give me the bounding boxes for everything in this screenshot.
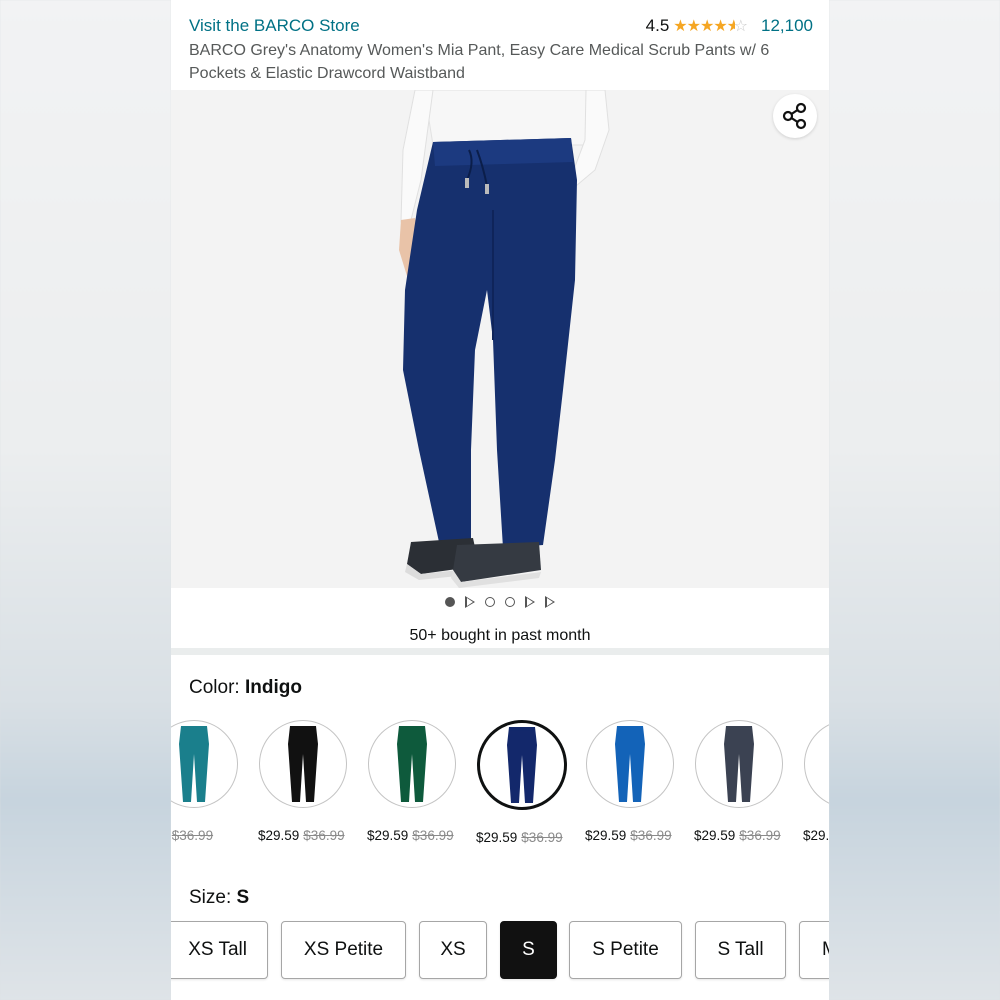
product-header: Visit the BARCO Store 4.5 ★★★★★☆ 12,100 …: [171, 0, 829, 90]
pants-thumbnail-icon: [695, 720, 783, 808]
price-list: $36.99: [630, 828, 672, 843]
rating-summary[interactable]: 4.5 ★★★★★☆ 12,100: [646, 16, 813, 36]
image-carousel-indicator: [171, 596, 829, 608]
size-option-button[interactable]: XS Petite: [281, 921, 406, 979]
pants-thumbnail-icon: [477, 720, 567, 810]
rating-value: 4.5: [645, 16, 670, 35]
size-label: Size: S: [189, 887, 250, 908]
blurred-background-left: [0, 0, 171, 1000]
size-option-button[interactable]: S Tall: [695, 921, 786, 979]
carousel-video-icon[interactable]: [525, 596, 535, 608]
price-list: $36.99: [739, 828, 781, 843]
bought-in-past-month: 50+ bought in past month: [409, 627, 591, 644]
price-current: $29.59: [258, 828, 300, 843]
size-option-list: XS TallXS PetiteXSSS PetiteS TallM: [171, 921, 829, 981]
pants-model-illustration: [399, 90, 610, 588]
carousel-video-icon[interactable]: [465, 596, 475, 608]
color-swatch[interactable]: $29.59 $36.99: [367, 720, 467, 843]
price-list: $36.99: [521, 830, 563, 845]
product-page: Visit the BARCO Store 4.5 ★★★★★☆ 12,100 …: [171, 0, 829, 1000]
selected-color: Indigo: [244, 677, 302, 698]
price-list: $36.99: [412, 828, 454, 843]
price-list: $36.99: [171, 828, 214, 843]
carousel-dot-image[interactable]: [485, 597, 495, 607]
selected-size: S: [236, 887, 250, 908]
color-label: Color: Indigo: [189, 677, 302, 698]
swatch-price: .59$36.99: [171, 828, 249, 843]
share-button[interactable]: [773, 94, 817, 138]
product-title: BARCO Grey's Anatomy Women's Mia Pant, E…: [189, 42, 770, 82]
product-image[interactable]: [171, 90, 829, 588]
color-swatch[interactable]: $29.: [803, 720, 829, 843]
pants-thumbnail-icon: [171, 720, 238, 808]
size-option-button[interactable]: M: [799, 921, 829, 979]
pants-thumbnail-icon: [586, 720, 674, 808]
size-option-button[interactable]: S: [500, 921, 557, 979]
blurred-background-right: [829, 0, 1000, 1000]
size-option-button[interactable]: S Petite: [569, 921, 682, 979]
section-divider: [171, 648, 829, 655]
price-current: $29.: [803, 828, 829, 843]
size-option-button[interactable]: XS Tall: [171, 921, 268, 979]
swatch-price: $29.59 $36.99: [258, 828, 358, 843]
color-swatch[interactable]: $29.59 $36.99: [585, 720, 685, 843]
carousel-dot-image[interactable]: [505, 597, 515, 607]
share-icon: [782, 102, 807, 130]
color-swatch-list: .59$36.99$29.59$36.99$29.59$36.99$29.59$…: [171, 720, 829, 850]
price-current: $29.59: [694, 828, 736, 843]
swatch-price: $29.59 $36.99: [585, 828, 685, 843]
price-current: $29.59: [367, 828, 409, 843]
price-current: $29.59: [476, 830, 518, 845]
color-swatch[interactable]: $29.59 $36.99: [476, 720, 576, 845]
swatch-price: $29.59 $36.99: [367, 828, 467, 843]
rating-count[interactable]: 12,100: [761, 16, 813, 36]
carousel-dot-image[interactable]: [445, 597, 455, 607]
size-option-button[interactable]: XS: [419, 921, 487, 979]
pants-thumbnail-icon: [804, 720, 829, 808]
swatch-price: $29.: [803, 828, 829, 843]
color-swatch[interactable]: .59$36.99: [171, 720, 249, 843]
color-swatch[interactable]: $29.59 $36.99: [258, 720, 358, 843]
store-link[interactable]: Visit the BARCO Store: [189, 16, 360, 36]
swatch-price: $29.59 $36.99: [694, 828, 794, 843]
swatch-price: $29.59 $36.99: [476, 830, 576, 845]
carousel-video-icon[interactable]: [545, 596, 555, 608]
star-rating-icon: ★★★★★☆: [673, 18, 748, 35]
pants-thumbnail-icon: [259, 720, 347, 808]
color-swatch[interactable]: $29.59 $36.99: [694, 720, 794, 843]
price-current: $29.59: [585, 828, 627, 843]
pants-thumbnail-icon: [368, 720, 456, 808]
price-list: $36.99: [303, 828, 345, 843]
